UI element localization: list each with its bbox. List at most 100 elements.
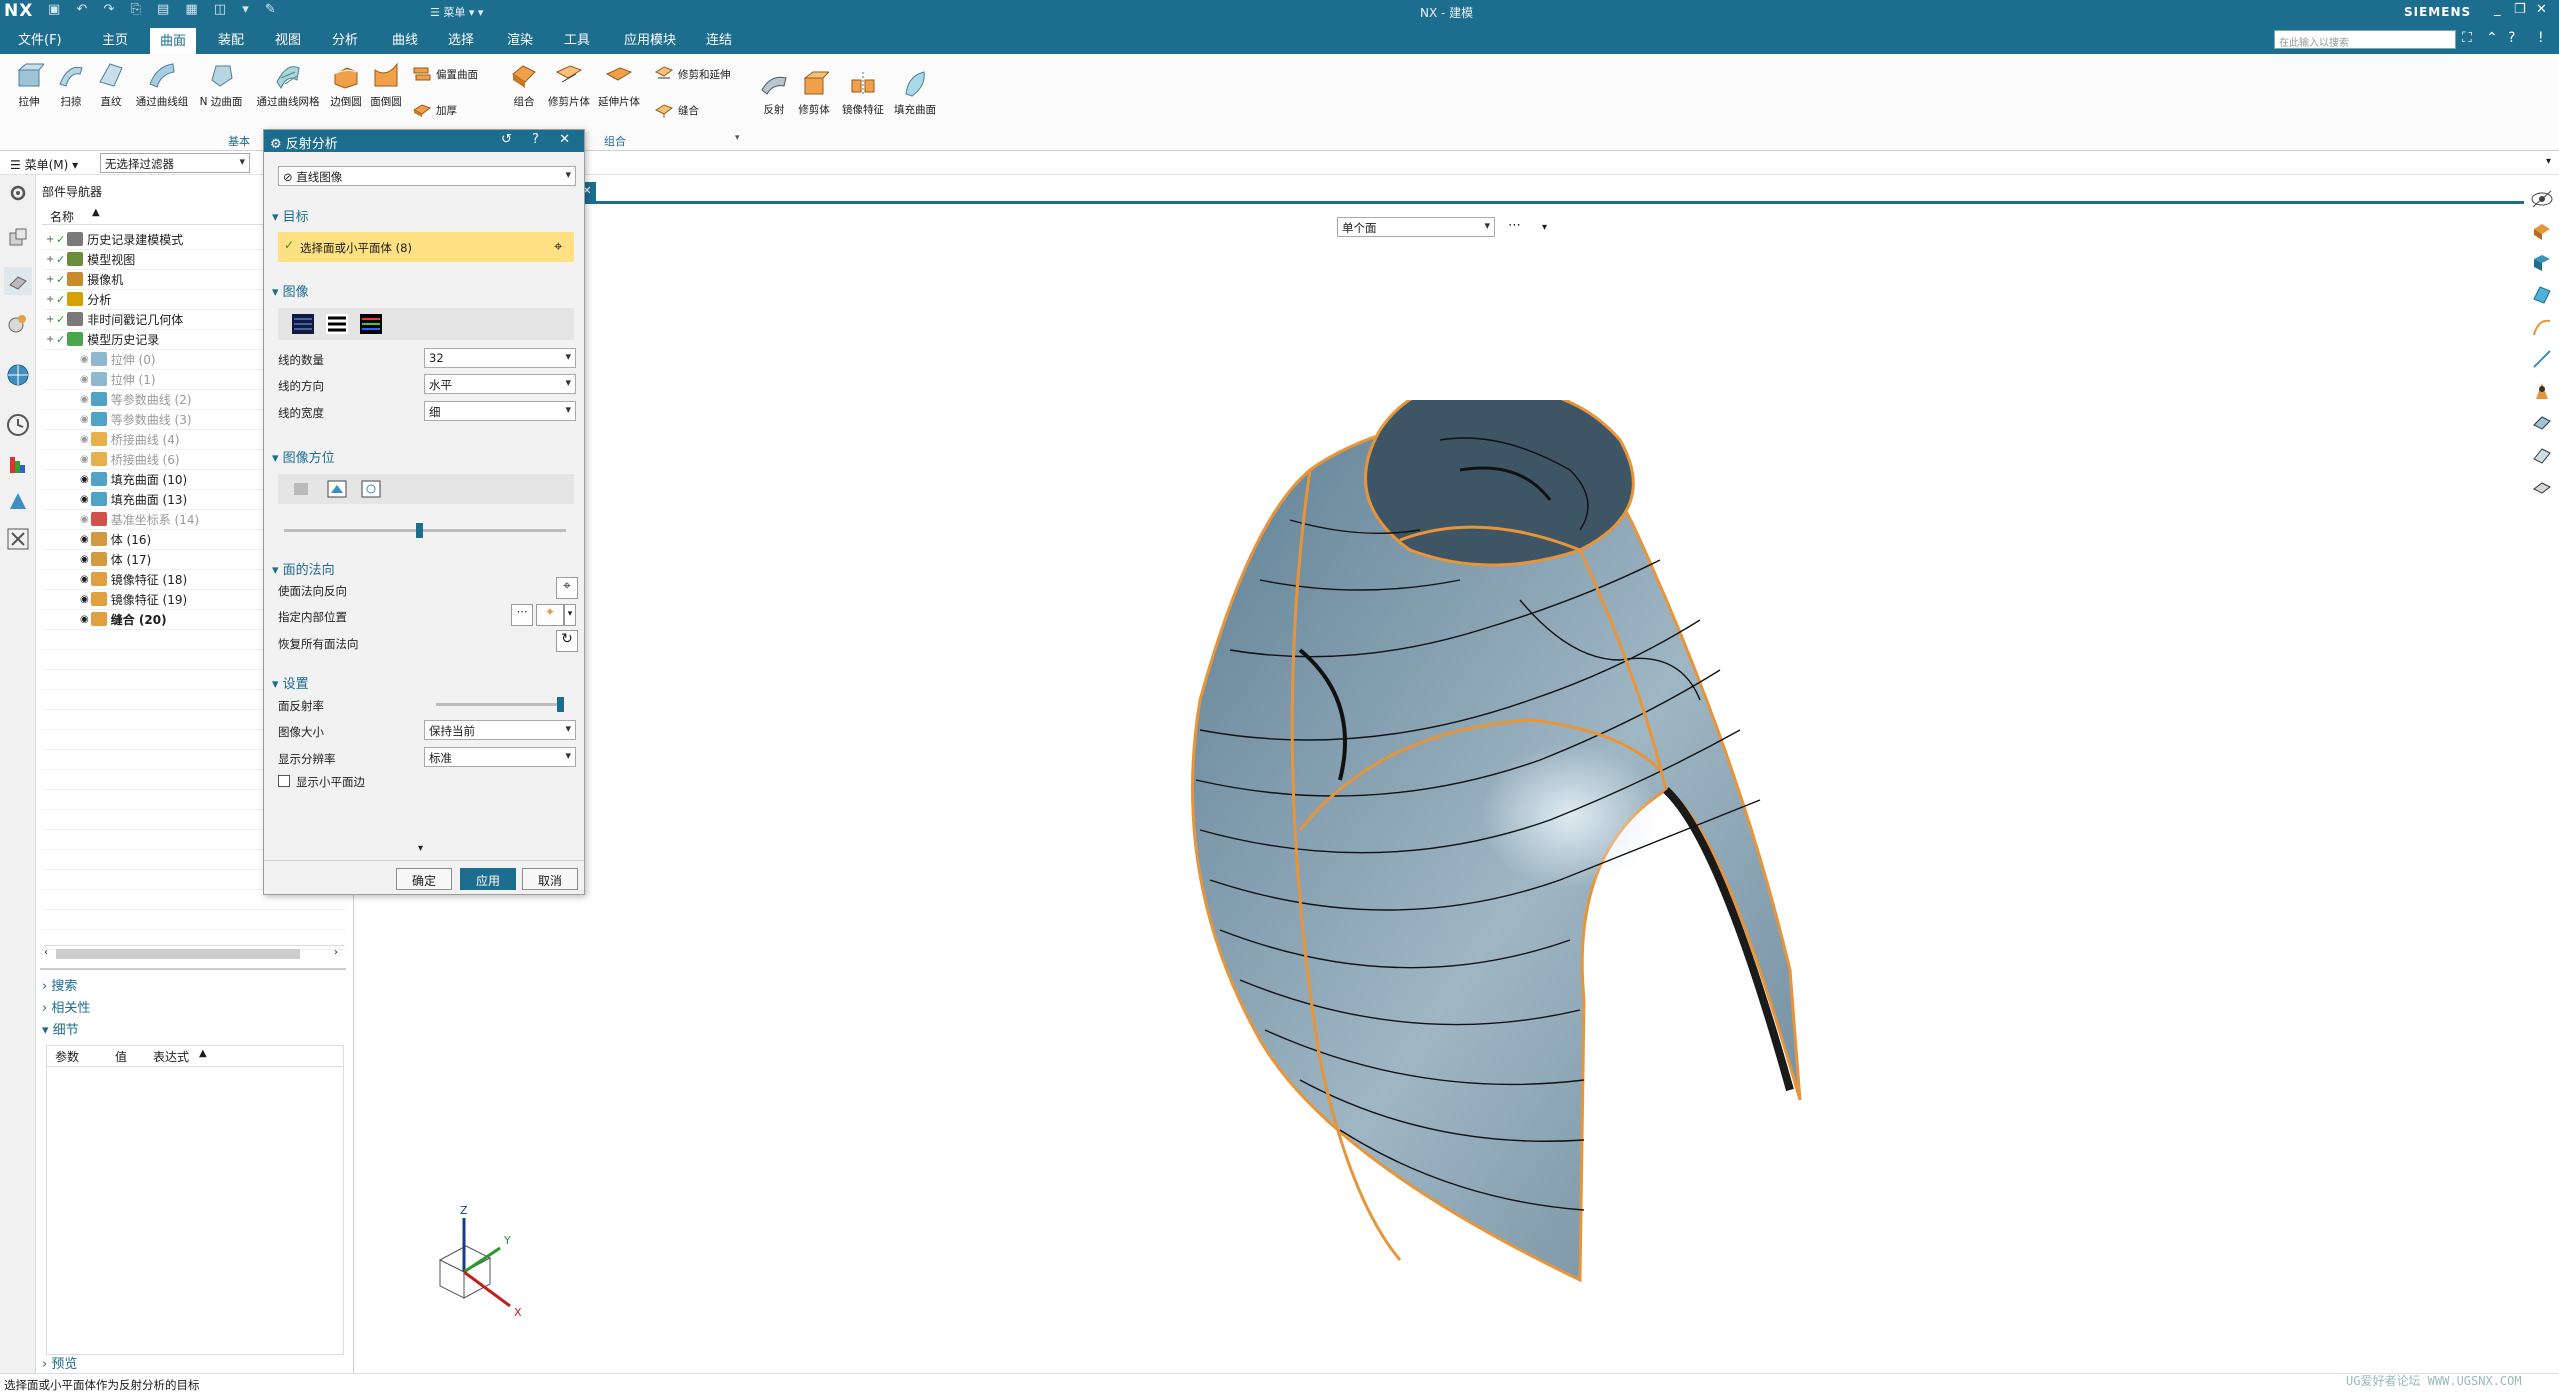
view-orient-icon[interactable]: [292, 479, 314, 499]
help-icon[interactable]: ?: [2508, 30, 2515, 46]
detail-col-param[interactable]: 参数: [55, 1048, 79, 1065]
menu-connect[interactable]: 连结: [706, 29, 732, 48]
menu-select[interactable]: 选择: [448, 29, 474, 48]
surface-display-icon[interactable]: [2530, 283, 2554, 307]
assembly-navigator-icon[interactable]: [4, 225, 32, 253]
check-icon[interactable]: ✓: [56, 233, 65, 246]
visibility-eye-icon[interactable]: ◉: [80, 414, 89, 425]
num-lines-dropdown[interactable]: 32: [424, 348, 576, 368]
offset-surface-button[interactable]: 偏置曲面: [412, 64, 478, 84]
visibility-eye-icon[interactable]: ◉: [80, 574, 89, 585]
menu-render[interactable]: 渲染: [507, 29, 533, 48]
dialog-header-controls[interactable]: ↺ ? ✕: [501, 132, 578, 147]
more-options-icon[interactable]: ⋯: [1508, 218, 1521, 233]
move-image-icon[interactable]: [326, 479, 348, 499]
shaded-view-icon[interactable]: [2530, 219, 2554, 243]
clip-icon[interactable]: [2530, 475, 2554, 499]
section-target[interactable]: 目标: [272, 206, 309, 225]
menu-curve[interactable]: 曲线: [392, 29, 418, 48]
expand-icon[interactable]: +: [46, 254, 56, 265]
reflectivity-slider[interactable]: [436, 697, 564, 712]
expand-icon[interactable]: +: [46, 234, 56, 245]
visibility-eye-icon[interactable]: ◉: [80, 454, 89, 465]
combine-button[interactable]: 组合: [504, 60, 544, 109]
stripe-pattern-icon[interactable]: [326, 314, 348, 334]
orientation-slider[interactable]: [284, 523, 566, 538]
crosshair-icon[interactable]: ⌖: [554, 237, 562, 255]
sew-button[interactable]: 缝合: [654, 100, 699, 120]
menu-view[interactable]: 视图: [275, 29, 301, 48]
flip-normal-crosshair-icon[interactable]: ⌖: [556, 577, 578, 599]
scroll-thumb[interactable]: [56, 949, 300, 959]
sort-ascending-icon[interactable]: ▲: [92, 207, 100, 218]
info-icon[interactable]: !: [2538, 30, 2544, 46]
section-preview[interactable]: › 预览: [42, 1353, 77, 1372]
collapse-ribbon-icon[interactable]: ⌃: [2486, 30, 2498, 46]
visibility-eye-icon[interactable]: ◉: [80, 394, 89, 405]
selection-filter-dropdown[interactable]: 无选择过滤器: [100, 153, 250, 173]
visibility-eye-icon[interactable]: ◉: [80, 474, 89, 485]
reflectivity-slider-thumb[interactable]: [557, 697, 564, 712]
resolution-dropdown[interactable]: 标准: [424, 747, 576, 767]
show-hide-icon[interactable]: [2530, 187, 2554, 211]
fill-surface-button[interactable]: 填充曲面: [890, 68, 940, 117]
section-image-orientation[interactable]: 图像方位: [272, 447, 335, 466]
close-button[interactable]: ✕: [2536, 2, 2547, 17]
section-details[interactable]: ▾ 细节: [42, 1019, 79, 1038]
history-icon[interactable]: [4, 411, 32, 439]
analysis-icon[interactable]: [2530, 411, 2554, 435]
trim-extend-button[interactable]: 修剪和延伸: [654, 64, 731, 84]
detail-col-expression[interactable]: 表达式: [153, 1048, 189, 1065]
group-expand-icon[interactable]: ▾: [735, 133, 740, 143]
trim-body-button[interactable]: 修剪体: [794, 68, 834, 117]
menu-tools[interactable]: 工具: [564, 29, 590, 48]
visibility-eye-icon[interactable]: ◉: [80, 354, 89, 365]
cancel-button[interactable]: 取消: [522, 868, 578, 890]
section-search[interactable]: › 搜索: [42, 975, 77, 994]
show-facet-checkbox[interactable]: [278, 775, 290, 787]
scroll-left-icon[interactable]: ‹: [44, 947, 48, 958]
visibility-eye-icon[interactable]: ◉: [80, 554, 89, 565]
column-name[interactable]: 名称: [50, 208, 74, 225]
gear-icon[interactable]: ⚙: [270, 137, 282, 152]
minimize-button[interactable]: _: [2494, 2, 2501, 17]
image-size-dropdown[interactable]: 保持当前: [424, 720, 576, 740]
roles-icon[interactable]: [4, 487, 32, 515]
expand-icon[interactable]: +: [46, 274, 56, 285]
sort-ascending-icon[interactable]: ▲: [199, 1048, 207, 1059]
color-stripe-icon[interactable]: [360, 314, 382, 334]
point-dropdown-icon[interactable]: ▾: [564, 604, 576, 626]
select-face-row[interactable]: ✓ 选择面或小平面体 (8) ⌖: [278, 232, 574, 262]
section-face-normal[interactable]: 面的法向: [272, 559, 335, 578]
restore-button[interactable]: ❐: [2514, 2, 2526, 17]
restore-normals-icon[interactable]: ↻: [556, 630, 578, 652]
scroll-right-icon[interactable]: ›: [334, 947, 338, 958]
visibility-eye-icon[interactable]: ◉: [80, 594, 89, 605]
section-dependencies[interactable]: › 相关性: [42, 997, 90, 1016]
toolbar-options-icon[interactable]: ▾: [2546, 156, 2551, 167]
line-icon[interactable]: [2530, 347, 2554, 371]
expand-icon[interactable]: +: [46, 294, 56, 305]
section-image[interactable]: 图像: [272, 281, 309, 300]
point-snap-icon[interactable]: ✦: [536, 604, 564, 626]
visibility-eye-icon[interactable]: ◉: [80, 614, 89, 625]
search-icon[interactable]: ⌕: [2436, 30, 2444, 46]
mirror-feature-button[interactable]: 镜像特征: [838, 68, 888, 117]
rotate-image-icon[interactable]: [360, 479, 382, 499]
line-pattern-icon[interactable]: [292, 314, 314, 334]
check-icon[interactable]: ✓: [56, 253, 65, 266]
menu-analysis[interactable]: 分析: [332, 29, 358, 48]
menu-assembly[interactable]: 装配: [218, 29, 244, 48]
curve-mesh-button[interactable]: 通过曲线网格: [252, 60, 324, 109]
section-view-icon[interactable]: [2530, 443, 2554, 467]
apply-button[interactable]: 应用: [460, 868, 516, 890]
line-direction-dropdown[interactable]: 水平: [424, 374, 576, 394]
check-icon[interactable]: ✓: [56, 293, 65, 306]
reflect-button[interactable]: 反射: [756, 68, 792, 117]
extend-sheet-button[interactable]: 延伸片体: [596, 60, 642, 109]
detail-col-value[interactable]: 值: [115, 1048, 127, 1065]
reuse-library-icon[interactable]: [4, 309, 32, 337]
menu-home[interactable]: 主页: [102, 29, 128, 48]
trim-sheet-button[interactable]: 修剪片体: [546, 60, 592, 109]
through-curves-button[interactable]: 通过曲线组: [132, 60, 192, 109]
